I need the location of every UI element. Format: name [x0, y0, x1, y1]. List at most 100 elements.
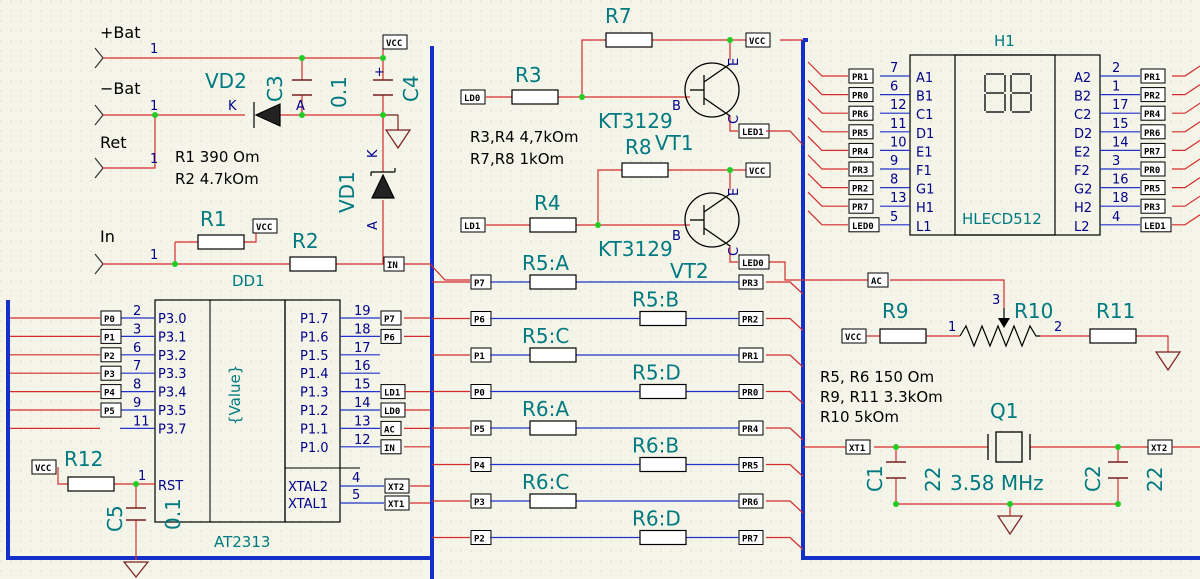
- port-led0: LED0: [738, 254, 770, 270]
- svg-text:VCC: VCC: [749, 37, 765, 47]
- array-left-port-p5: P5: [470, 420, 492, 436]
- svg-text:PR5: PR5: [1144, 185, 1160, 195]
- c1-value: 22: [921, 467, 945, 492]
- svg-text:VCC: VCC: [845, 333, 861, 343]
- array-left-port-p0: P0: [470, 384, 492, 399]
- r4-label: R4: [534, 191, 561, 215]
- port-in: IN: [383, 256, 405, 272]
- svg-text:LD0: LD0: [384, 407, 400, 417]
- svg-text:P1: P1: [474, 352, 485, 362]
- display-left-pin-name: L1: [916, 220, 932, 235]
- display-left-pin-num: 5: [890, 210, 898, 225]
- svg-text:P0: P0: [474, 389, 485, 399]
- c4-plus: +: [374, 65, 385, 80]
- mcu-right-pin-name: P1.7: [300, 312, 329, 327]
- svg-text:LD1: LD1: [464, 222, 480, 232]
- vt1-model: KT3129: [598, 109, 673, 133]
- port-xt1: XT1: [845, 439, 871, 455]
- array-left-port-p4: P4: [470, 457, 492, 472]
- display-left-pin-num: 12: [890, 98, 907, 113]
- bat-plus-label: +Bat: [100, 23, 140, 42]
- vt1-b: B: [672, 99, 681, 114]
- port-ld1: LD1: [460, 217, 486, 233]
- display-right-pin-name: C2: [1074, 108, 1091, 123]
- mcu-left-pin-num: 2: [133, 304, 141, 319]
- mcu-right-port-p6: P6: [380, 328, 402, 344]
- svg-text:PR1: PR1: [742, 352, 758, 362]
- mcu-left-pin-num: 3: [133, 322, 141, 337]
- note-r1: R1 390 Om: [175, 148, 260, 166]
- svg-text:P0: P0: [104, 315, 115, 325]
- mcu-rst-pin-name: RST: [158, 479, 183, 494]
- svg-text:LD0: LD0: [464, 94, 480, 104]
- svg-text:PR1: PR1: [852, 73, 868, 83]
- array-left-port-p3: P3: [470, 493, 492, 509]
- array-resistor-label: R5:A: [522, 251, 569, 275]
- note-r56: R5, R6 150 Om: [820, 368, 934, 386]
- display-left-pin-name: C1: [916, 108, 933, 123]
- mcu-xtal-port-xt2: XT2: [384, 478, 410, 494]
- note-r911: R9, R11 3.3kOm: [820, 388, 943, 406]
- svg-text:P3: P3: [474, 498, 485, 508]
- display-right-pin-num: 18: [1112, 191, 1129, 206]
- svg-text:P6: P6: [384, 333, 395, 343]
- array-resistor: [639, 529, 687, 546]
- svg-text:PR2: PR2: [852, 185, 868, 195]
- mcu-left-pin-name: P3.7: [158, 422, 187, 437]
- mcu-left-pin-num: 9: [133, 396, 141, 411]
- display-left-port-pr5: PR5: [848, 124, 874, 140]
- array-resistor-label: R6:B: [632, 434, 679, 458]
- mcu-left-pin-name: P3.2: [158, 349, 187, 364]
- display-left-pin-num: 6: [890, 80, 898, 95]
- note-r10: R10 5kOm: [820, 408, 899, 426]
- vt2-model: KT3129: [598, 237, 673, 261]
- port-xt2: XT2: [1147, 439, 1173, 455]
- array-right-port-pr7: PR7: [738, 530, 764, 545]
- display-right-pin-name: B2: [1074, 90, 1091, 105]
- svg-text:PR3: PR3: [1144, 203, 1160, 213]
- bat-minus-pin: 1: [150, 99, 158, 114]
- vt1-c: C: [727, 115, 742, 124]
- port-vcc-vt1: VCC: [745, 32, 771, 48]
- in-label: In: [100, 227, 115, 246]
- c2-label: C2: [1081, 465, 1105, 492]
- mcu-right-pin-num: 15: [354, 378, 371, 393]
- svg-text:VCC: VCC: [749, 167, 765, 177]
- mcu-right-pin-name: P1.1: [300, 422, 329, 437]
- svg-text:PR7: PR7: [742, 535, 758, 545]
- c3-a: A: [296, 99, 305, 114]
- display-right-port-pr5: PR5: [1140, 180, 1166, 196]
- svg-text:XT1: XT1: [388, 500, 404, 510]
- vt1-label: VT1: [655, 131, 694, 155]
- display-left-pin-num: 11: [890, 117, 907, 132]
- mcu-right-port-ld1: LD1: [380, 384, 406, 400]
- mcu-right-pin-name: P1.5: [300, 349, 329, 364]
- display-left-pin-name: B1: [916, 90, 933, 105]
- mcu-xtal-pin-name: XTAL2: [288, 480, 328, 495]
- array-resistor-label: R6:A: [522, 397, 569, 421]
- mcu-xtal-port-xt1: XT1: [384, 495, 410, 511]
- display-right-pin-num: 1: [1112, 80, 1120, 95]
- display-right-pin-name: G2: [1074, 183, 1092, 198]
- svg-text:P6: P6: [474, 316, 485, 326]
- array-right-port-pr6: PR6: [738, 493, 764, 509]
- port-ac: AC: [867, 272, 889, 288]
- in-pin: 1: [150, 248, 158, 263]
- display-right-pin-name: D2: [1074, 127, 1092, 142]
- display-left-port-pr3: PR3: [848, 161, 874, 177]
- c5-value: 0.1: [161, 498, 185, 530]
- display-right-port-pr2: PR2: [1140, 87, 1166, 103]
- display-part: HLECD512: [962, 210, 1042, 228]
- mcu-left-port-p0: P0: [100, 310, 122, 326]
- svg-text:AC: AC: [384, 425, 395, 435]
- display-left-pin-name: D1: [916, 127, 934, 142]
- display-right-pin-name: L2: [1074, 220, 1090, 235]
- svg-text:PR6: PR6: [1144, 129, 1160, 139]
- display-right-pin-num: 2: [1112, 61, 1120, 76]
- display-left-port-pr1: PR1: [848, 68, 874, 84]
- mcu-right-pin-name: P1.0: [300, 441, 329, 456]
- mcu-left-pin-name: P3.5: [158, 404, 187, 419]
- svg-text:PR2: PR2: [742, 316, 758, 326]
- array-right-port-pr0: PR0: [738, 384, 764, 399]
- q1-label: Q1: [990, 399, 1018, 423]
